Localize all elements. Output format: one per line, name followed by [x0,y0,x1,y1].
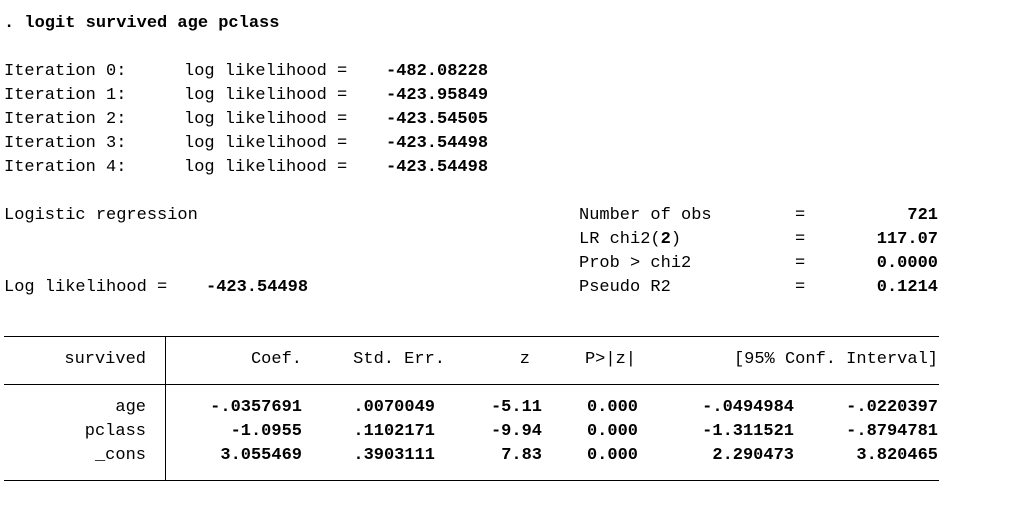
stat-value: 117.07 [876,230,938,249]
table-bottom-rule [4,480,939,481]
depvar-header: survived [64,350,146,369]
row-z: -9.94 [490,422,542,441]
row-variable: _cons [94,446,146,465]
row-p: 0.000 [586,446,638,465]
stat-label: Prob > chi2 [579,254,692,273]
iteration-value: -423.95849 [386,86,489,105]
iteration-label: Iteration 1: [4,86,127,105]
iteration-text: log likelihood = [184,134,348,153]
stat-label-close: ) [670,230,682,249]
row-z: 7.83 [501,446,542,465]
model-title: Logistic regression [4,206,198,225]
iteration-label: Iteration 3: [4,134,127,153]
stata-results-window: { "command": ". logit survived age pclas… [0,0,1010,530]
log-likelihood-label: Log likelihood = [4,278,168,297]
stat-value: 721 [907,206,938,225]
iteration-value: -482.08228 [386,62,489,81]
row-coef: -1.0955 [230,422,302,441]
row-ci-low: 2.290473 [712,446,794,465]
iteration-label: Iteration 4: [4,158,127,177]
log-likelihood-value: -423.54498 [206,278,309,297]
iteration-label: Iteration 0: [4,62,127,81]
stat-label-text: LR chi2( [579,230,661,249]
header-coef: Coef. [250,350,302,369]
iteration-text: log likelihood = [184,158,348,177]
row-ci-high: -.8794781 [846,422,938,441]
row-p: 0.000 [586,398,638,417]
header-std-err: Std. Err. [353,350,445,369]
stat-label: Number of obs [579,206,712,225]
header-p: P>|z| [584,350,636,369]
stat-label-df: 2 [660,230,671,249]
stat-label: LR chi2(2) [579,230,681,250]
command-line: . logit survived age pclass [4,14,280,33]
row-variable: pclass [84,422,146,441]
row-ci-low: -1.311521 [702,422,794,441]
iteration-text: log likelihood = [184,86,348,105]
table-header-rule [4,384,939,385]
stat-label: Pseudo R2 [579,278,671,297]
row-std-err: .3903111 [353,446,435,465]
header-z: z [519,350,530,369]
iteration-text: log likelihood = [184,62,348,81]
row-p: 0.000 [586,422,638,441]
row-ci-high: -.0220397 [846,398,938,417]
row-coef: 3.055469 [220,446,302,465]
iteration-value: -423.54505 [386,110,489,129]
row-variable: age [115,398,146,417]
table-separator [165,336,166,481]
stat-value: 0.0000 [876,254,938,273]
row-std-err: .0070049 [353,398,435,417]
iteration-text: log likelihood = [184,110,348,129]
table-top-rule [4,336,939,337]
row-z: -5.11 [490,398,542,417]
row-std-err: .1102171 [353,422,435,441]
row-ci-low: -.0494984 [702,398,794,417]
iteration-label: Iteration 2: [4,110,127,129]
iteration-value: -423.54498 [386,134,489,153]
header-conf-interval: [95% Conf. Interval] [733,350,938,369]
stat-value: 0.1214 [876,278,938,297]
row-ci-high: 3.820465 [856,446,938,465]
iteration-value: -423.54498 [386,158,489,177]
row-coef: -.0357691 [210,398,302,417]
